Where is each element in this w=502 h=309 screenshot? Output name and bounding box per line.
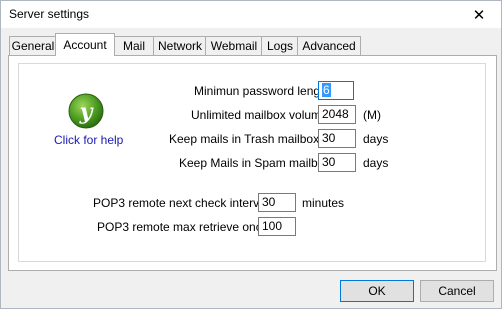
logo-letter: y (79, 99, 95, 125)
pop3-max-label: POP3 remote max retrieve once (97, 220, 269, 234)
spam-keep-label: Keep Mails in Spam mailbox (179, 156, 331, 170)
pop3-interval-label: POP3 remote next check interval (93, 196, 269, 210)
trash-keep-label: Keep mails in Trash mailbox (169, 132, 320, 146)
min-password-length-label: Minimun password length (194, 84, 331, 98)
pop3-interval-unit: minutes (302, 196, 345, 210)
spam-keep-input[interactable]: 30 (318, 153, 356, 172)
trash-keep-unit: days (363, 132, 389, 146)
server-settings-dialog: Server settings ✕ General Account Mail N… (0, 0, 502, 309)
tab-advanced[interactable]: Advanced (297, 36, 361, 55)
close-icon[interactable]: ✕ (457, 1, 501, 28)
mailbox-volume-unit: (M) (363, 108, 381, 122)
tab-account[interactable]: Account (55, 33, 115, 56)
title-bar: Server settings ✕ (1, 1, 501, 28)
mailbox-volume-input[interactable]: 2048 (318, 105, 356, 124)
tab-webmail[interactable]: Webmail (205, 36, 263, 55)
pop3-interval-input[interactable]: 30 (258, 193, 296, 212)
ok-button[interactable]: OK (340, 280, 414, 302)
app-logo-icon[interactable]: y (66, 91, 106, 131)
help-link[interactable]: Click for help (54, 133, 123, 147)
trash-keep-input[interactable]: 30 (318, 129, 356, 148)
tab-general[interactable]: General (9, 36, 57, 55)
tab-logs[interactable]: Logs (261, 36, 299, 55)
min-password-length-value: 6 (322, 83, 331, 97)
tab-mail[interactable]: Mail (113, 36, 155, 55)
account-tab-panel: y Click for help Minimun password length… (8, 55, 497, 271)
cancel-button[interactable]: Cancel (420, 280, 494, 302)
mailbox-volume-label: Unlimited mailbox volume (191, 108, 328, 122)
tab-network[interactable]: Network (153, 36, 207, 55)
min-password-length-input[interactable]: 6 (318, 81, 354, 100)
window-title: Server settings (9, 7, 90, 21)
spam-keep-unit: days (363, 156, 389, 170)
settings-frame: y Click for help Minimun password length… (18, 63, 486, 262)
pop3-max-input[interactable]: 100 (258, 217, 296, 236)
